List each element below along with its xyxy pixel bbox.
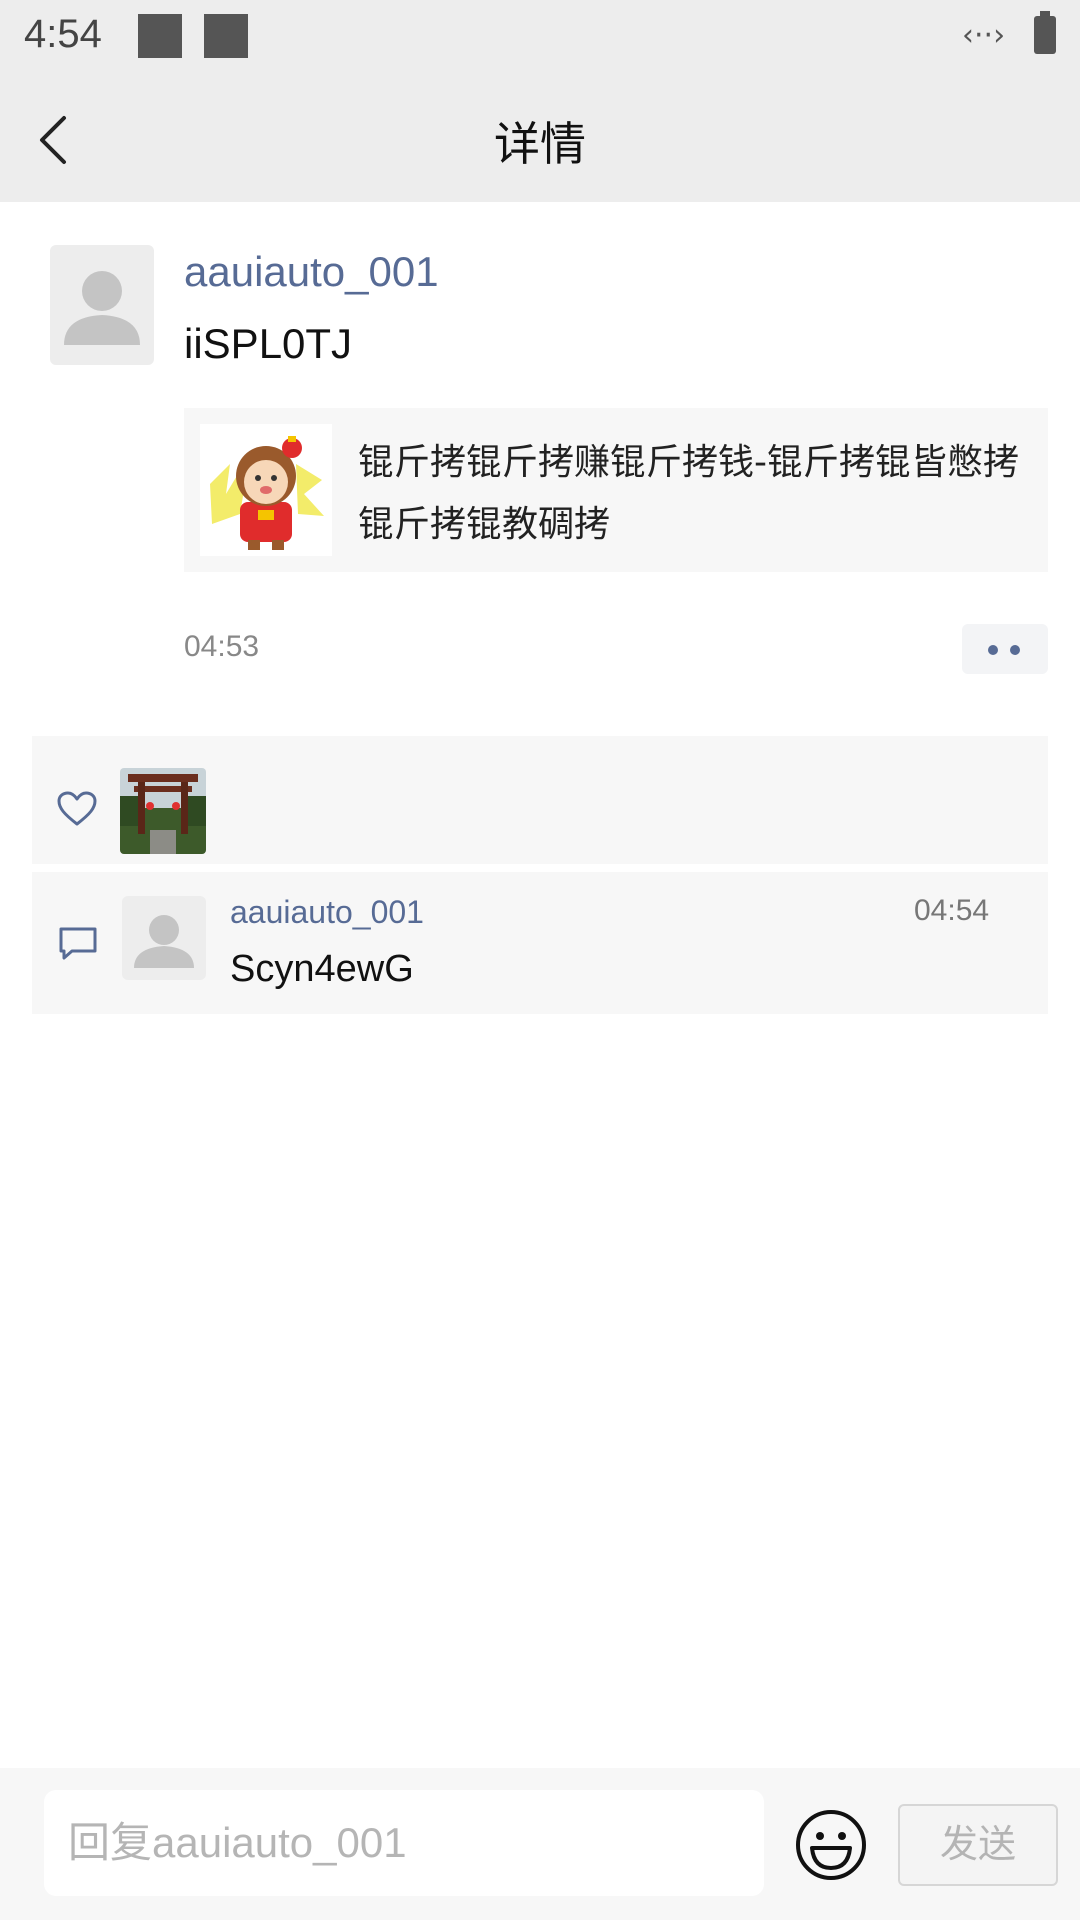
data-transfer-icon: ‹··› [962,18,1006,53]
smiley-icon[interactable] [794,1808,868,1882]
send-button[interactable]: 发送 [898,1804,1058,1886]
post-author-avatar[interactable] [50,245,154,365]
post-text: iiSPL0TJ [184,320,353,367]
post-author-name[interactable]: aauiauto_001 [184,248,439,296]
commenter-avatar[interactable] [122,896,206,980]
more-dots-icon [988,645,998,655]
notification-square-icon [138,14,182,58]
comment-author-name[interactable]: aauiauto_001 [230,894,424,931]
page-title: 详情 [494,117,586,171]
comment-text: Scyn4ewG [230,948,414,990]
status-time: 4:54 [24,12,102,56]
post-timestamp: 04:53 [184,630,260,663]
comment-timestamp: 04:54 [914,894,990,927]
more-actions-button[interactable] [962,624,1048,674]
heart-icon [57,791,97,826]
shared-link-title: 锟斤拷锟斤拷赚锟斤拷钱-锟斤拷锟皆憋拷锟斤拷锟教碉拷 [358,442,1019,545]
notification-square-icon [204,14,248,58]
user-placeholder-icon [64,271,140,345]
battery-icon [1034,11,1056,54]
more-dots-icon [1010,645,1020,655]
gate-photo-icon [120,768,206,854]
shared-link-thumbnail [200,424,332,556]
comment-icon [59,927,97,960]
monkey-sticker-icon [210,436,324,550]
liker-avatar[interactable] [120,768,206,854]
user-placeholder-icon [134,915,194,968]
reply-input[interactable] [44,1790,764,1896]
